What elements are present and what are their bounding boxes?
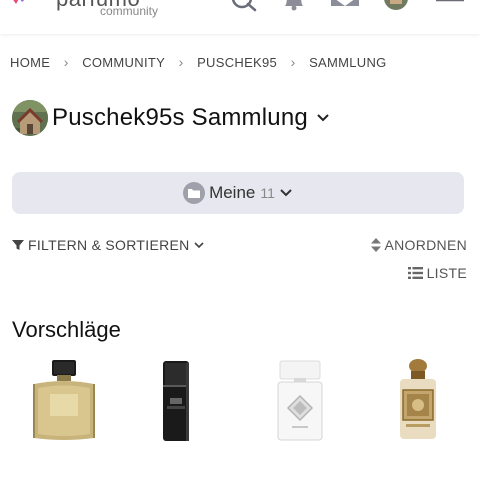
chevron-down-icon[interactable] xyxy=(316,111,330,125)
bell-icon[interactable] xyxy=(282,0,306,12)
filter-sort-button[interactable]: FILTERN & SORTIEREN xyxy=(12,236,204,254)
filter-label: FILTERN & SORTIEREN xyxy=(28,237,190,253)
chevron-right-icon: › xyxy=(63,54,69,70)
filter-icon xyxy=(12,240,24,250)
list-view-button[interactable]: LISTE xyxy=(407,264,467,282)
title-row: Puschek95s Sammlung xyxy=(12,100,330,136)
perfume-initio[interactable] xyxy=(260,358,340,444)
arrange-label: ANORDNEN xyxy=(384,237,467,253)
user-avatar-image xyxy=(12,100,48,136)
sort-icon xyxy=(371,238,382,252)
perfume-ornate[interactable] xyxy=(378,358,458,444)
page-title: Puschek95s Sammlung xyxy=(52,104,308,131)
breadcrumb-community[interactable]: COMMUNITY xyxy=(82,55,165,70)
breadcrumb-home[interactable]: HOME xyxy=(10,55,50,70)
collection-dropdown[interactable]: Meine 11 xyxy=(12,172,464,214)
breadcrumb-collection[interactable]: SAMMLUNG xyxy=(309,55,387,70)
perfume-black-bottle[interactable] xyxy=(136,358,216,444)
collection-count: 11 xyxy=(260,185,275,201)
breadcrumb: HOME › COMMUNITY › PUSCHEK95 › SAMMLUNG xyxy=(10,53,387,71)
chevron-down-icon xyxy=(193,242,204,249)
logo-icon[interactable] xyxy=(0,0,56,22)
collection-label: Meine xyxy=(209,183,256,202)
perfume-amouage[interactable] xyxy=(24,358,104,444)
mail-icon[interactable] xyxy=(330,0,360,12)
avatar[interactable] xyxy=(12,100,48,136)
brand-subtitle: community xyxy=(100,4,159,18)
list-label: LISTE xyxy=(426,265,467,281)
chevron-right-icon: › xyxy=(290,54,296,70)
list-icon xyxy=(407,267,423,279)
breadcrumb-user[interactable]: PUSCHEK95 xyxy=(197,55,277,70)
chevron-right-icon: › xyxy=(178,54,184,70)
suggestions-title: Vorschläge xyxy=(12,317,121,342)
arrange-button[interactable]: ANORDNEN xyxy=(371,236,467,254)
folder-icon xyxy=(183,182,206,204)
menu-icon[interactable] xyxy=(436,0,464,12)
top-header: parfumo community xyxy=(0,0,480,34)
avatar-icon[interactable] xyxy=(382,0,410,12)
chevron-down-icon xyxy=(280,189,292,197)
search-icon[interactable] xyxy=(230,0,258,12)
